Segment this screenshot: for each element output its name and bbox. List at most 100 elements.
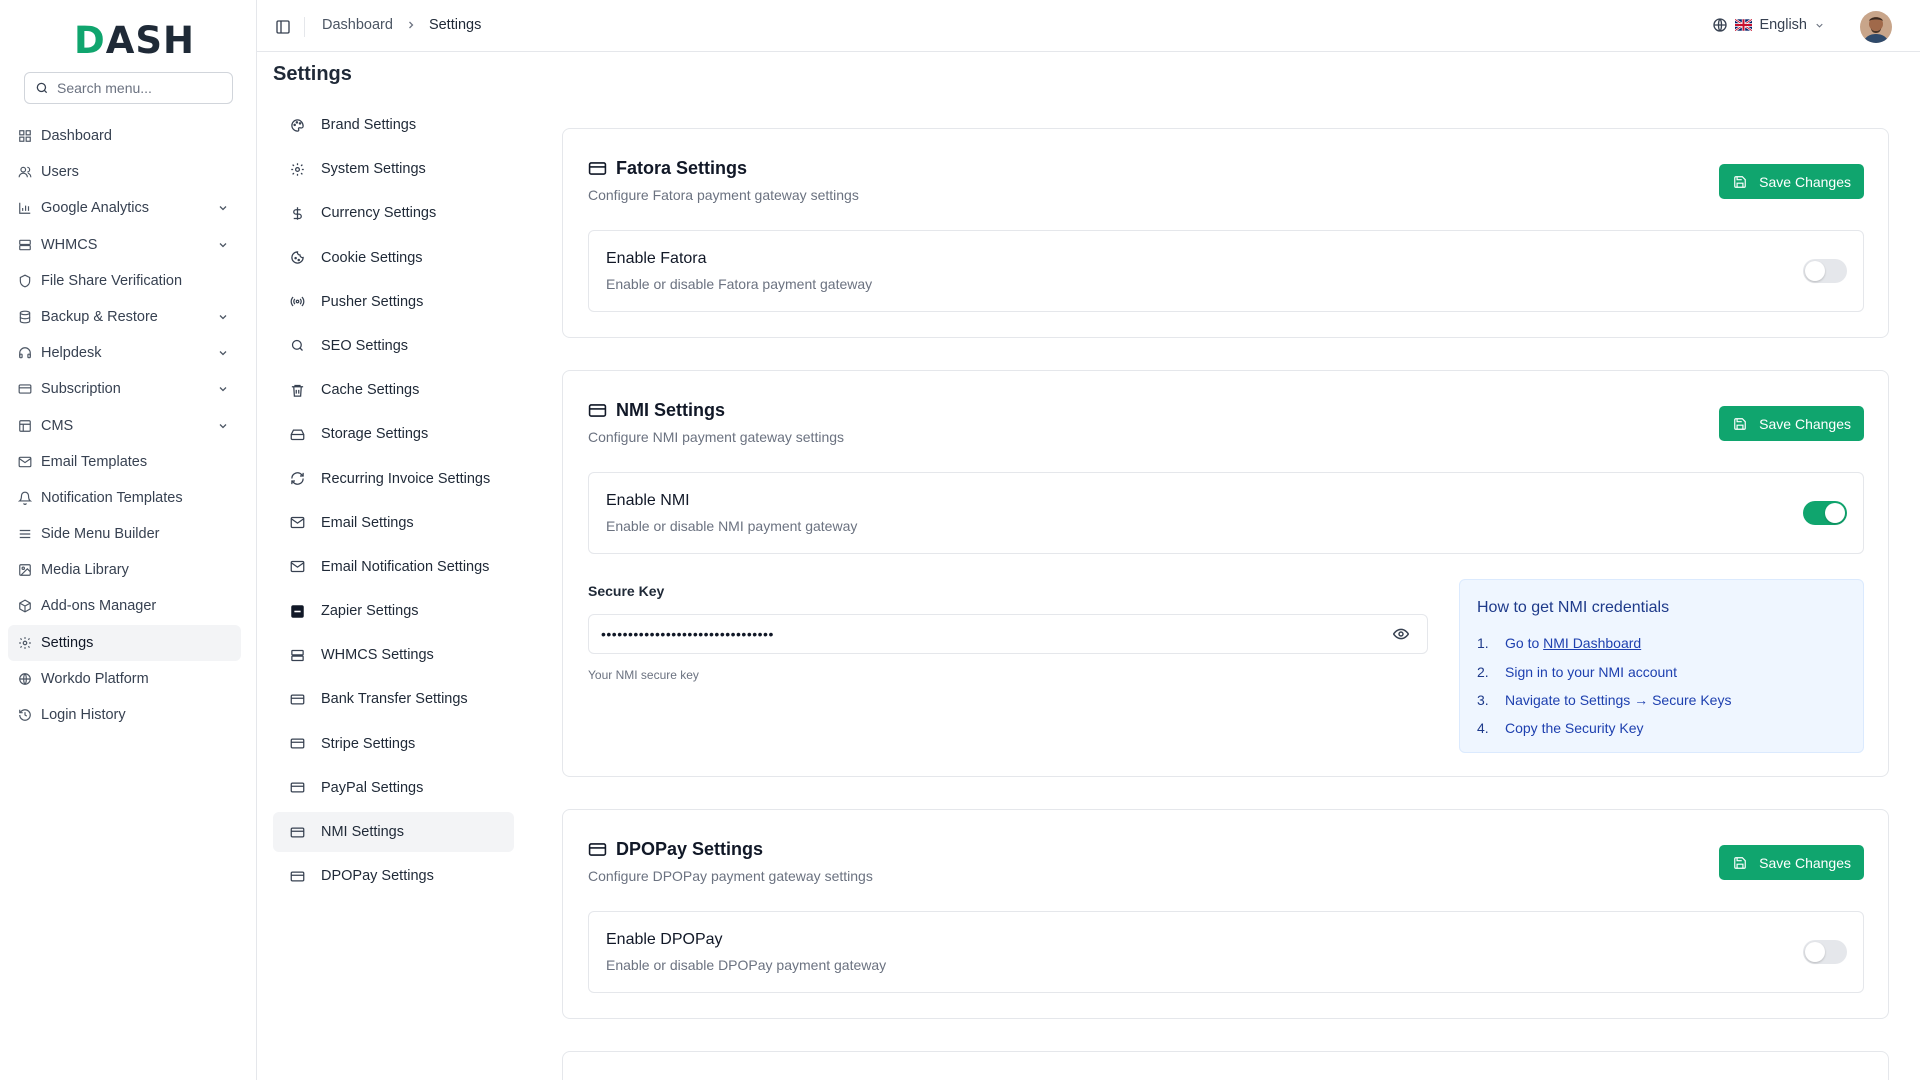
- settings-nav-email[interactable]: Email Settings: [273, 503, 514, 543]
- sidebar-item-cms[interactable]: CMS: [8, 408, 241, 444]
- sidebar-item-label: Login History: [41, 707, 126, 723]
- card-subtitle: Configure Fatora payment gateway setting…: [588, 187, 859, 203]
- settings-nav-seo[interactable]: SEO Settings: [273, 326, 514, 366]
- language-label: English: [1759, 17, 1807, 33]
- sidebar-item-helpdesk[interactable]: Helpdesk: [8, 335, 241, 371]
- sidebar-item-email-templates[interactable]: Email Templates: [8, 444, 241, 480]
- sidebar-item-side-menu-builder[interactable]: Side Menu Builder: [8, 516, 241, 552]
- sidebar-item-label: Users: [41, 164, 79, 181]
- logo-text: ASH: [105, 18, 195, 62]
- settings-nav-storage[interactable]: Storage Settings: [273, 414, 514, 454]
- settings-nav-nmi[interactable]: NMI Settings: [273, 812, 514, 852]
- breadcrumb-dashboard[interactable]: Dashboard: [322, 17, 393, 33]
- settings-nav-email-notification[interactable]: Email Notification Settings: [273, 547, 514, 587]
- sidebar-item-workdo-platform[interactable]: Workdo Platform: [8, 661, 241, 697]
- step-number: 3.: [1477, 691, 1489, 708]
- uk-flag-icon: [1735, 19, 1753, 31]
- zapier-icon: [289, 603, 305, 619]
- logo[interactable]: D ASH: [74, 18, 195, 62]
- help-steps: 1. Go to NMI Dashboard 2. Sign in to your …: [1477, 629, 1863, 743]
- mail-icon: [289, 559, 305, 575]
- card-title: NMI Settings: [588, 400, 725, 421]
- settings-nav-label: Currency Settings: [321, 205, 437, 222]
- search-input[interactable]: [57, 80, 217, 96]
- sidebar-item-notification-templates[interactable]: Notification Templates: [8, 480, 241, 516]
- settings-nav-pusher[interactable]: Pusher Settings: [273, 282, 514, 322]
- fatora-settings-card: Fatora Settings Configure Fatora payment…: [562, 128, 1889, 338]
- sidebar-item-label: CMS: [41, 417, 74, 434]
- sidebar-item-users[interactable]: Users: [8, 154, 241, 190]
- refresh-icon: [289, 471, 305, 487]
- sidebar-toggle-icon[interactable]: [275, 19, 291, 35]
- chevron-down-icon[interactable]: [217, 383, 229, 395]
- dpopay-settings-card: DPOPay Settings Configure DPOPay payment…: [562, 809, 1889, 1019]
- settings-nav-system[interactable]: System Settings: [273, 149, 514, 189]
- settings-nav-label: NMI Settings: [321, 824, 404, 840]
- toggle-description: Enable or disable DPOPay payment gateway: [606, 957, 887, 973]
- sidebar-item-settings[interactable]: Settings: [8, 624, 241, 661]
- search-box: [24, 72, 233, 104]
- breadcrumb-current: Settings: [428, 17, 482, 33]
- toggle-description: Enable or disable NMI payment gateway: [606, 518, 858, 534]
- settings-nav-dpopay[interactable]: DPOPay Settings: [273, 856, 514, 896]
- search-icon: [35, 81, 49, 95]
- package-icon: [18, 599, 32, 613]
- server-icon: [18, 238, 32, 252]
- enable-fatora-toggle[interactable]: [1803, 259, 1847, 283]
- save-button-label: Save Changes: [1759, 173, 1851, 190]
- sidebar-item-subscription[interactable]: Subscription: [8, 371, 241, 407]
- globe-icon: [18, 672, 32, 686]
- chevron-down-icon[interactable]: [217, 311, 229, 323]
- save-button[interactable]: Save Changes: [1719, 164, 1864, 199]
- card-icon: [18, 382, 32, 396]
- sidebar-item-file-share-verification[interactable]: File Share Verification: [8, 263, 241, 299]
- settings-nav-label: DPOPay Settings: [321, 868, 434, 885]
- settings-nav-stripe[interactable]: Stripe Settings: [273, 724, 514, 764]
- settings-nav-cookie[interactable]: Cookie Settings: [273, 238, 514, 278]
- settings-nav-paypal[interactable]: PayPal Settings: [273, 768, 514, 808]
- sidebar-item-backup-restore[interactable]: Backup & Restore: [8, 299, 241, 335]
- save-button-label: Save Changes: [1759, 854, 1851, 871]
- settings-nav-brand[interactable]: Brand Settings: [273, 105, 514, 145]
- gear-icon: [289, 161, 305, 177]
- language-selector[interactable]: English: [1712, 17, 1825, 33]
- enable-dpopay-toggle[interactable]: [1803, 940, 1847, 964]
- sidebar-item-login-history[interactable]: Login History: [8, 697, 241, 733]
- card-icon: [588, 401, 607, 420]
- settings-nav-whmcs[interactable]: WHMCS Settings: [273, 635, 514, 675]
- logo-mark: D: [74, 18, 106, 62]
- secure-key-help: Your NMI secure key: [588, 668, 699, 682]
- secure-key-input[interactable]: [589, 615, 1393, 653]
- chevron-down-icon[interactable]: [217, 420, 229, 432]
- sidebar-item-label: Side Menu Builder: [41, 526, 160, 543]
- card-icon: [289, 691, 305, 707]
- settings-nav-currency[interactable]: Currency Settings: [273, 193, 514, 233]
- sidebar-item-media-library[interactable]: Media Library: [8, 552, 241, 588]
- save-button[interactable]: Save Changes: [1719, 406, 1864, 441]
- avatar[interactable]: [1860, 11, 1892, 43]
- users-icon: [18, 165, 32, 179]
- enable-nmi-toggle[interactable]: [1803, 501, 1847, 525]
- help-step: 1. Go to NMI Dashboard: [1477, 629, 1863, 657]
- chevron-down-icon: [1814, 20, 1825, 31]
- settings-nav-recurring-invoice[interactable]: Recurring Invoice Settings: [273, 459, 514, 499]
- eye-icon[interactable]: [1393, 626, 1409, 642]
- card-icon: [289, 824, 305, 840]
- save-button[interactable]: Save Changes: [1719, 845, 1864, 880]
- settings-nav-cache[interactable]: Cache Settings: [273, 370, 514, 410]
- settings-nav-label: WHMCS Settings: [321, 647, 434, 664]
- settings-nav-zapier[interactable]: Zapier Settings: [273, 591, 514, 631]
- sidebar-item-dashboard[interactable]: Dashboard: [8, 118, 241, 154]
- toggle-knob: [1805, 261, 1825, 281]
- nmi-dashboard-link[interactable]: NMI Dashboard: [1543, 635, 1641, 651]
- settings-nav-bank-transfer[interactable]: Bank Transfer Settings: [273, 679, 514, 719]
- sidebar-item-whmcs[interactable]: WHMCS: [8, 227, 241, 263]
- chevron-down-icon[interactable]: [217, 347, 229, 359]
- chevron-down-icon[interactable]: [217, 239, 229, 251]
- sidebar-item-google-analytics[interactable]: Google Analytics: [8, 190, 241, 226]
- sidebar-item-label: File Share Verification: [41, 272, 183, 289]
- enable-dpopay-row: Enable DPOPay Enable or disable DPOPay p…: [588, 911, 1864, 993]
- chevron-down-icon[interactable]: [217, 202, 229, 214]
- mail-icon: [289, 515, 305, 531]
- sidebar-item-add-ons-manager[interactable]: Add-ons Manager: [8, 588, 241, 624]
